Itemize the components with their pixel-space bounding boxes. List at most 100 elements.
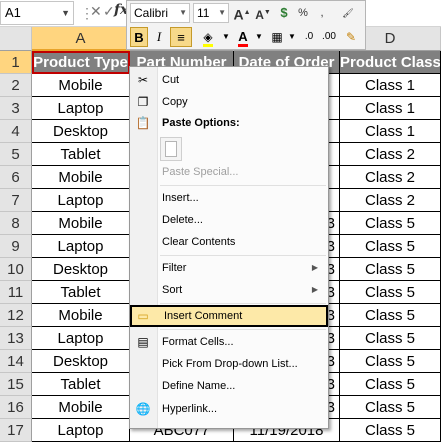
cell-product-class[interactable]: Class 5: [340, 419, 441, 442]
cell-product-class[interactable]: Class 5: [340, 350, 441, 373]
percent-format-icon[interactable]: %: [294, 4, 312, 22]
menu-item-copy[interactable]: ❐ Copy: [130, 91, 328, 113]
row-header[interactable]: 16: [0, 396, 32, 419]
currency-format-icon[interactable]: $: [275, 4, 293, 22]
cell-product-type[interactable]: Mobile: [32, 166, 130, 189]
cell-product-class[interactable]: Class 5: [340, 304, 441, 327]
cancel-icon[interactable]: ✕: [90, 3, 102, 20]
row-header[interactable]: 14: [0, 350, 32, 373]
cell-product-type[interactable]: Laptop: [32, 419, 130, 442]
row-header[interactable]: 4: [0, 120, 32, 143]
menu-item-label: Format Cells...: [162, 336, 234, 348]
cell-product-class[interactable]: Class 1: [340, 74, 441, 97]
cell-product-class[interactable]: Class 2: [340, 143, 441, 166]
select-all-corner[interactable]: [0, 27, 32, 51]
cell-product-type[interactable]: Mobile: [32, 304, 130, 327]
row-header[interactable]: 5: [0, 143, 32, 166]
row-header[interactable]: 12: [0, 304, 32, 327]
row-header[interactable]: 3: [0, 97, 32, 120]
cell-product-type[interactable]: Tablet: [32, 373, 130, 396]
cell-product-type[interactable]: Desktop: [32, 350, 130, 373]
enter-icon[interactable]: ✓: [103, 3, 115, 20]
font-size-select[interactable]: 11 ▼: [193, 3, 229, 23]
cell-product-type[interactable]: Laptop: [32, 235, 130, 258]
chevron-down-icon[interactable]: ▼: [287, 27, 297, 47]
row-header[interactable]: 10: [0, 258, 32, 281]
chevron-down-icon[interactable]: ▼: [221, 27, 231, 47]
row-header[interactable]: 6: [0, 166, 32, 189]
menu-item-sort[interactable]: Sort ▶: [130, 279, 328, 301]
row-header[interactable]: 8: [0, 212, 32, 235]
cell-product-class[interactable]: Class 2: [340, 189, 441, 212]
cell-product-type[interactable]: Mobile: [32, 212, 130, 235]
menu-item-clear-contents[interactable]: Clear Contents: [130, 231, 328, 253]
cell-product-type[interactable]: Laptop: [32, 327, 130, 350]
menu-item-insert[interactable]: Insert...: [130, 187, 328, 209]
menu-item-pick-dropdown[interactable]: Pick From Drop-down List...: [130, 353, 328, 375]
cell-product-type[interactable]: Laptop: [32, 189, 130, 212]
borders-icon[interactable]: ▦: [267, 27, 287, 47]
cell-product-type[interactable]: Desktop: [32, 120, 130, 143]
row-header[interactable]: 11: [0, 281, 32, 304]
menu-item-insert-comment[interactable]: ▭ Insert Comment: [130, 305, 328, 327]
cell-product-class[interactable]: Class 1: [340, 120, 441, 143]
cell-product-type[interactable]: Laptop: [32, 97, 130, 120]
cell-product-class[interactable]: Class 5: [340, 258, 441, 281]
cell-product-type[interactable]: Tablet: [32, 143, 130, 166]
cell-product-type[interactable]: Tablet: [32, 281, 130, 304]
chevron-down-icon[interactable]: ▼: [61, 2, 70, 24]
header-cell-product-class[interactable]: Product Class: [340, 51, 441, 74]
row-header[interactable]: 17: [0, 419, 32, 442]
cell-product-type[interactable]: Mobile: [32, 396, 130, 419]
cell-product-class[interactable]: Class 1: [340, 97, 441, 120]
row-header[interactable]: 1: [0, 51, 32, 74]
cell-product-class[interactable]: Class 5: [340, 212, 441, 235]
font-name-select[interactable]: Calibri ▼: [130, 3, 190, 23]
increase-font-icon[interactable]: A▲: [233, 4, 251, 23]
menu-item-label: Insert Comment: [164, 310, 243, 322]
chevron-down-icon[interactable]: ▼: [218, 4, 226, 22]
name-box[interactable]: A1 ▼: [0, 1, 74, 25]
comment-icon: ▭: [137, 309, 149, 323]
chevron-down-icon[interactable]: ▼: [254, 27, 264, 47]
comma-style-icon[interactable]: ,: [313, 4, 331, 22]
menu-item-delete[interactable]: Delete...: [130, 209, 328, 231]
row-header[interactable]: 7: [0, 189, 32, 212]
decrease-font-icon[interactable]: A▼: [254, 4, 272, 22]
cell-product-class[interactable]: Class 5: [340, 235, 441, 258]
cell-product-class[interactable]: Class 5: [340, 281, 441, 304]
header-cell-product-type[interactable]: Product Type: [32, 51, 130, 74]
cell-product-class[interactable]: Class 5: [340, 373, 441, 396]
cell-product-class[interactable]: Class 2: [340, 166, 441, 189]
row-header[interactable]: 2: [0, 74, 32, 97]
format-painter-icon[interactable]: 🖌: [331, 4, 365, 22]
row-header[interactable]: 13: [0, 327, 32, 350]
paste-option-button[interactable]: [160, 137, 182, 161]
mini-toolbar: Calibri ▼ 11 ▼ A▲ A▼ $ % , 🖌 B I ≡ ◈ ▼ A…: [126, 0, 366, 50]
fill-color-icon[interactable]: ◈: [197, 27, 219, 47]
menu-item-hyperlink[interactable]: 🌐 Hyperlink...: [130, 398, 328, 420]
menu-item-define-name[interactable]: Define Name...: [130, 375, 328, 397]
bold-button[interactable]: B: [130, 27, 148, 47]
row-header[interactable]: 9: [0, 235, 32, 258]
cell-product-type[interactable]: Desktop: [32, 258, 130, 281]
cell-product-class[interactable]: Class 5: [340, 327, 441, 350]
decrease-decimal-icon[interactable]: .00: [319, 27, 339, 47]
font-color-icon[interactable]: A: [233, 27, 253, 47]
menu-item-paste-special: Paste Special...: [130, 161, 328, 183]
menu-item-label: Filter: [162, 262, 187, 274]
align-center-icon[interactable]: ≡: [170, 27, 192, 47]
copy-icon: ❐: [137, 95, 149, 109]
font-name-value: Calibri: [134, 6, 169, 20]
menu-item-cut[interactable]: ✂ Cut: [130, 69, 328, 91]
chevron-down-icon[interactable]: ▼: [179, 4, 187, 22]
increase-decimal-icon[interactable]: .0: [299, 27, 319, 47]
italic-button[interactable]: I: [151, 27, 167, 47]
cell-product-type[interactable]: Mobile: [32, 74, 130, 97]
cell-product-class[interactable]: Class 5: [340, 396, 441, 419]
menu-item-format-cells[interactable]: ▤ Format Cells...: [130, 331, 328, 353]
menu-item-filter[interactable]: Filter ▶: [130, 257, 328, 279]
column-header-a[interactable]: A: [32, 27, 130, 51]
format-painter-icon[interactable]: ✎: [341, 27, 361, 47]
row-header[interactable]: 15: [0, 373, 32, 396]
